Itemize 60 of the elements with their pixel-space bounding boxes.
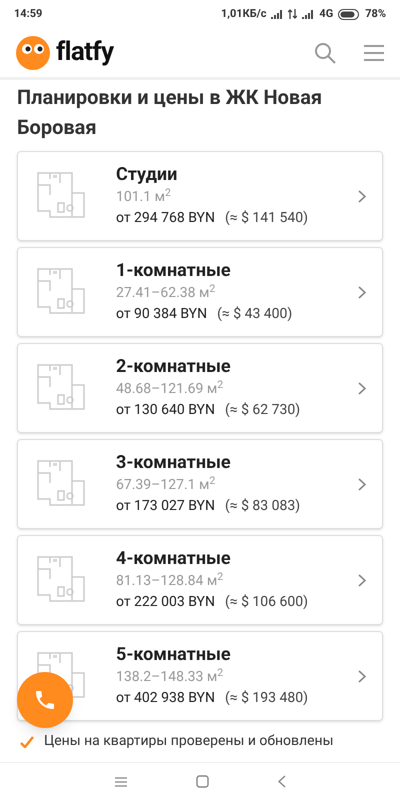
floor-plan-icon: [36, 363, 86, 413]
floor-plan-icon: [36, 459, 86, 509]
price-usd: (≈ $ 141 540): [224, 209, 308, 228]
price-usd: (≈ $ 62 730): [224, 401, 300, 420]
price-byn: от 402 938 BYN: [116, 689, 215, 708]
network-type: 4G: [319, 6, 334, 22]
area-range: 138.2–148.33 м$^{2}$: [116, 666, 224, 687]
layout-name: 4-комнатные: [116, 548, 232, 570]
layout-name: 3-комнатные: [116, 452, 232, 474]
price-byn: от 294 768 BYN: [116, 209, 215, 228]
area-range: 27.41–62.38 м$^{2}$: [116, 282, 216, 303]
status-time: 14:59: [14, 6, 42, 22]
price-byn: от 130 640 BYN: [116, 401, 215, 420]
signal-icon: [302, 10, 314, 18]
layout-card[interactable]: 2-комнатные 48.68–121.69 м$^{2}$ от 130 640 BYN (≈ $ 62 730): [17, 343, 383, 433]
signal-icon: [271, 10, 284, 18]
menu-icon[interactable]: [114, 776, 126, 786]
area-range: 101.1 м$^{2}$: [116, 186, 172, 207]
price-usd: (≈ $ 43 400): [217, 305, 292, 324]
back-icon[interactable]: [278, 775, 286, 788]
battery-icon: [338, 8, 360, 20]
chevron-right-icon: [358, 382, 366, 394]
logo-text[interactable]: flatfy: [56, 33, 114, 72]
price-byn: от 90 384 BYN: [116, 305, 208, 324]
home-icon[interactable]: [196, 775, 208, 788]
network-speed: 1,01КБ/с: [220, 6, 266, 22]
floor-plan-icon: [36, 555, 86, 605]
layout-name: 1-комнатные: [116, 260, 232, 282]
layout-name: 5-комнатные: [116, 644, 232, 666]
area-range: 67.39–127.1 м$^{2}$: [116, 474, 216, 495]
layout-card[interactable]: 4-комнатные 81.13–128.84 м$^{2}$ от 222 003 BYN (≈ $ 106 600): [17, 535, 383, 625]
area-range: 48.68–121.69 м$^{2}$: [116, 378, 224, 399]
layout-card[interactable]: 1-комнатные 27.41–62.38 м$^{2}$ от 90 384 BYN (≈ $ 43 400): [17, 247, 383, 337]
floor-plan-icon: [36, 171, 86, 221]
data-transfer-icon: [288, 9, 298, 19]
price-usd: (≈ $ 83 083): [224, 497, 300, 516]
chevron-right-icon: [358, 478, 366, 490]
area-range: 81.13–128.84 м$^{2}$: [116, 570, 224, 591]
call-button[interactable]: [17, 672, 73, 728]
chevron-right-icon: [358, 574, 366, 586]
price-usd: (≈ $ 106 600): [224, 593, 308, 612]
layout-name: Студии: [116, 164, 178, 186]
floor-plan-icon: [36, 267, 86, 317]
chevron-right-icon: [358, 190, 366, 202]
chevron-right-icon: [358, 286, 366, 298]
layout-card[interactable]: 3-комнатные 67.39–127.1 м$^{2}$ от 173 027 BYN (≈ $ 83 083): [17, 439, 383, 529]
battery-level: 78%: [365, 6, 386, 22]
price-byn: от 222 003 BYN: [116, 593, 215, 612]
menu-icon[interactable]: [364, 44, 384, 62]
chevron-right-icon: [358, 670, 366, 682]
check-icon: [20, 736, 34, 748]
page-title: Планировки и цены в ЖК Новая Боровая: [16, 84, 324, 141]
layout-card[interactable]: Студии 101.1 м$^{2}$ от 294 768 BYN (≈ $ 141 540): [17, 151, 383, 241]
info-note: Цены на квартиры проверены и обновлены: [44, 732, 334, 751]
phone-icon: [33, 688, 57, 712]
search-icon[interactable]: [314, 42, 336, 64]
price-byn: от 173 027 BYN: [116, 497, 215, 516]
layout-name: 2-комнатные: [116, 356, 232, 378]
logo-icon: [16, 36, 50, 70]
price-usd: (≈ $ 193 480): [224, 689, 308, 708]
